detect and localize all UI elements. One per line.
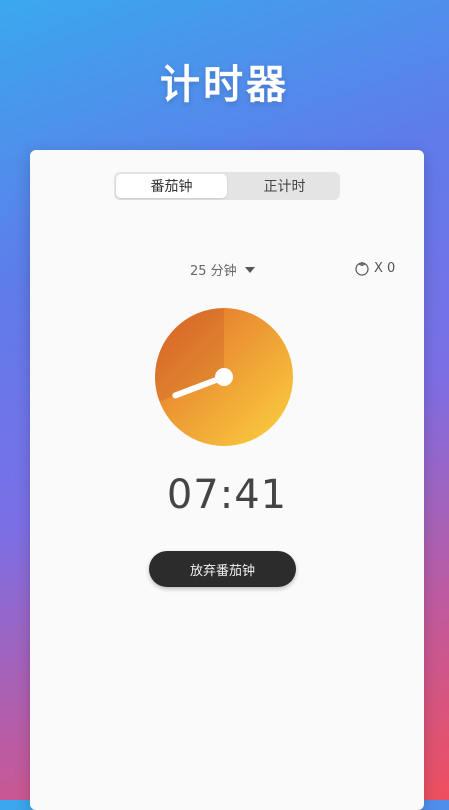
tomato-counter: X 0 — [354, 260, 395, 276]
tomato-icon — [355, 262, 369, 276]
abandon-pomodoro-button[interactable]: 放弃番茄钟 — [149, 551, 296, 587]
duration-label: 25 分钟 — [190, 264, 237, 279]
duration-selector[interactable]: 25 分钟 — [190, 260, 255, 279]
tab-stopwatch[interactable]: 正计时 — [229, 172, 340, 200]
dial-center-knob — [215, 368, 233, 386]
caret-down-icon — [244, 266, 255, 273]
app-title: 计时器 — [160, 62, 289, 108]
timer-card: 番茄钟 正计时 25 分钟 X 0 07:41 放弃番茄钟 — [30, 150, 424, 810]
time-display: 07:41 — [166, 472, 288, 518]
mode-tabs: 番茄钟 正计时 — [114, 172, 340, 200]
timer-dial — [155, 308, 293, 446]
tab-pomodoro[interactable]: 番茄钟 — [116, 174, 227, 198]
tomato-count: X 0 — [374, 260, 396, 276]
